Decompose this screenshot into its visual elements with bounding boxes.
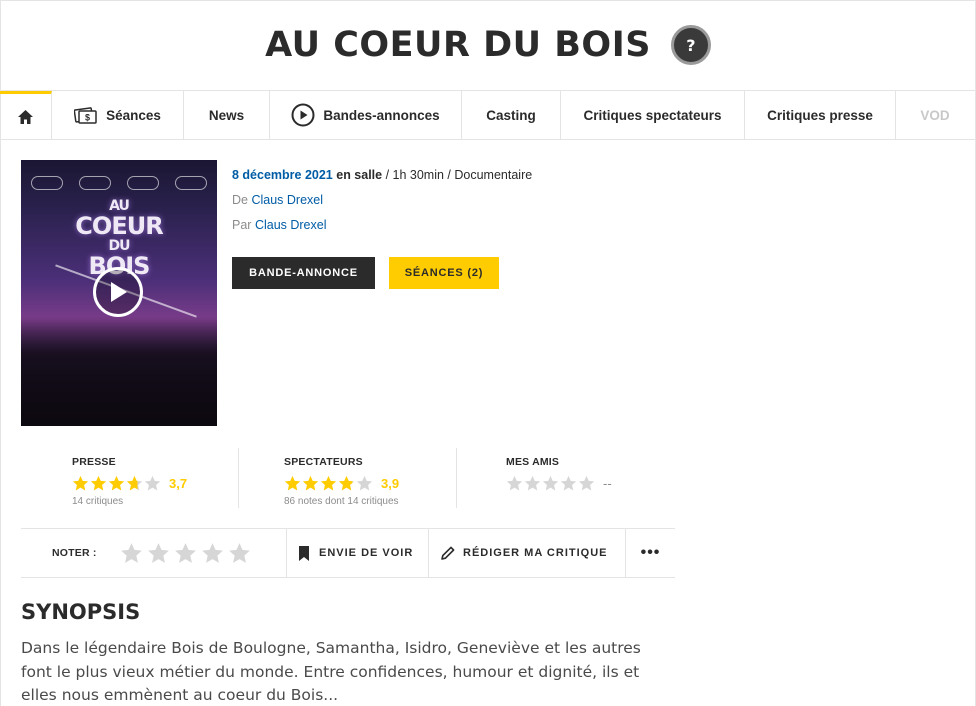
- rate-label: NOTER :: [52, 547, 97, 559]
- rating-spectateurs-label: SPECTATEURS: [284, 456, 363, 468]
- svg-text:$: $: [85, 113, 90, 123]
- tab-seances[interactable]: $ Séances: [52, 91, 184, 139]
- star-icon[interactable]: [201, 542, 224, 565]
- play-circle-icon: [291, 103, 315, 127]
- rating-presse-count: 14 critiques: [72, 496, 124, 507]
- star-icon[interactable]: [228, 542, 251, 565]
- star-icon: [578, 475, 595, 490]
- rating-amis: MES AMIS --: [457, 448, 657, 508]
- tab-news-label: News: [208, 107, 245, 123]
- star-rating: [72, 475, 161, 492]
- help-icon[interactable]: ?: [670, 25, 711, 65]
- rating-amis-label: MES AMIS: [506, 456, 560, 468]
- star-icon: [356, 475, 373, 490]
- laurel-icon: [127, 176, 159, 190]
- poster-title: AU COEUR DU BOIS: [21, 198, 217, 278]
- movie-meta: 8 décembre 2021 en salle / 1h 30min / Do…: [232, 167, 732, 242]
- star-icon: [72, 475, 89, 490]
- rating-presse-value: 3,7: [169, 475, 188, 491]
- page-title: AU COEUR DU BOIS: [265, 25, 651, 65]
- tab-news[interactable]: News: [184, 91, 270, 139]
- release-status: en salle: [332, 168, 383, 182]
- laurel-icon: [175, 176, 207, 190]
- release-date[interactable]: 8 décembre 2021: [232, 168, 333, 182]
- rating-amis-value: --: [603, 475, 612, 491]
- director-prefix: De: [232, 193, 252, 207]
- tab-home[interactable]: [0, 91, 52, 139]
- star-icon: [506, 475, 523, 490]
- star-icon: [560, 475, 577, 490]
- star-icon: [542, 475, 559, 490]
- poster-laurels: [31, 176, 207, 190]
- release-line: 8 décembre 2021 en salle / 1h 30min / Do…: [232, 167, 732, 184]
- want-to-see-label: ENVIE DE VOIR: [319, 547, 414, 559]
- tab-vod[interactable]: VOD: [896, 91, 974, 139]
- rating-spectateurs-value: 3,9: [381, 475, 400, 491]
- tab-seances-label: Séances: [106, 107, 161, 123]
- seances-button[interactable]: SÉANCES (2): [389, 257, 499, 289]
- tab-bandes-annonces-label: Bandes-annonces: [323, 107, 440, 123]
- want-to-see-button[interactable]: ENVIE DE VOIR: [287, 529, 429, 577]
- rating-spectateurs-count: 86 notes dont 14 critiques: [284, 496, 399, 507]
- director-line: De Claus Drexel: [232, 192, 732, 209]
- writer-prefix: Par: [232, 218, 255, 232]
- tab-critiques-presse[interactable]: Critiques presse: [745, 91, 896, 139]
- laurel-icon: [31, 176, 63, 190]
- synopsis-text: Dans le légendaire Bois de Boulogne, Sam…: [21, 639, 641, 704]
- more-options-icon[interactable]: •••: [626, 529, 675, 577]
- writer-link[interactable]: Claus Drexel: [255, 218, 327, 232]
- star-icon: [108, 475, 125, 490]
- home-icon: [18, 109, 33, 124]
- rate-movie: NOTER :: [21, 529, 287, 577]
- star-icon: [144, 475, 161, 490]
- star-icon: [302, 475, 319, 490]
- tickets-icon: $: [74, 107, 97, 124]
- director-link[interactable]: Claus Drexel: [251, 193, 323, 207]
- rating-spectateurs[interactable]: SPECTATEURS 3,9 86 notes dont 14 critiqu…: [239, 448, 457, 508]
- star-icon[interactable]: [120, 542, 143, 565]
- title-row: AU COEUR DU BOIS ?: [0, 0, 976, 90]
- laurel-icon: [79, 176, 111, 190]
- star-icon: [524, 475, 541, 490]
- writer-line: Par Claus Drexel: [232, 217, 732, 234]
- movie-details: / 1h 30min / Documentaire: [382, 168, 533, 182]
- action-bar: NOTER : ENVIE DE VOIR RÉDIGER MA CRITIQU…: [21, 528, 675, 578]
- star-icon: [284, 475, 301, 490]
- rating-presse[interactable]: PRESSE 3,7 14 critiques: [21, 448, 239, 508]
- tab-critiques-spectateurs-label: Critiques spectateurs: [583, 107, 722, 123]
- star-icon: [90, 475, 107, 490]
- trailer-button[interactable]: BANDE-ANNONCE: [232, 257, 375, 289]
- tab-critiques-spectateurs[interactable]: Critiques spectateurs: [561, 91, 745, 139]
- bookmark-icon: [299, 545, 309, 561]
- tab-bandes-annonces[interactable]: Bandes-annonces: [270, 91, 462, 139]
- star-icon[interactable]: [147, 542, 170, 565]
- movie-tabs: $ Séances News Bandes-annonces Casting C…: [0, 90, 976, 140]
- rate-stars[interactable]: [120, 542, 251, 565]
- tab-critiques-presse-label: Critiques presse: [767, 107, 873, 123]
- ratings-row: PRESSE 3,7 14 critiques SPECTATEURS 3,9 …: [21, 448, 675, 514]
- star-icon: [126, 475, 143, 490]
- write-review-label: RÉDIGER MA CRITIQUE: [463, 547, 608, 559]
- star-icon[interactable]: [174, 542, 197, 565]
- tab-casting-label: Casting: [486, 107, 536, 123]
- pencil-icon: [441, 546, 455, 560]
- write-review-button[interactable]: RÉDIGER MA CRITIQUE: [429, 529, 626, 577]
- play-icon[interactable]: [93, 267, 143, 317]
- movie-poster[interactable]: AU COEUR DU BOIS: [21, 160, 217, 426]
- synopsis-title: SYNOPSIS: [21, 600, 141, 624]
- tab-casting[interactable]: Casting: [462, 91, 561, 139]
- star-icon: [338, 475, 355, 490]
- poster-trees: [21, 316, 217, 426]
- star-rating: [284, 475, 373, 492]
- rating-presse-label: PRESSE: [72, 456, 116, 468]
- tab-vod-label: VOD: [920, 107, 950, 123]
- star-rating: [506, 475, 595, 492]
- star-icon: [320, 475, 337, 490]
- poster-title-line: COEUR: [75, 212, 163, 240]
